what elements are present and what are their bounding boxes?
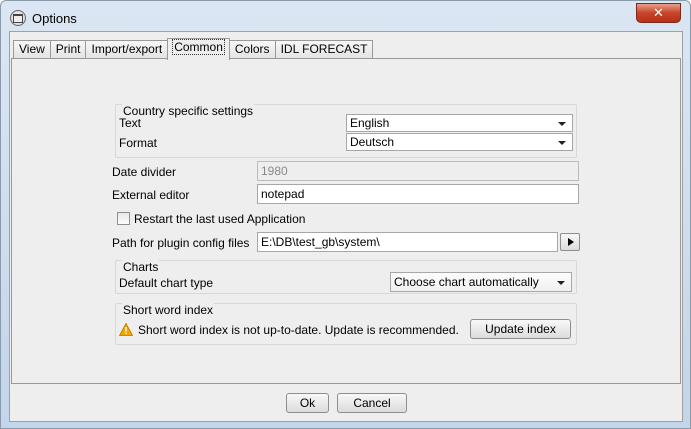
cancel-button[interactable]: Cancel — [337, 393, 407, 413]
short-word-index-message: Short word index is not up-to-date. Upda… — [138, 323, 459, 337]
tab-label: Import/export — [91, 42, 163, 56]
select-value: Deutsch — [350, 135, 395, 149]
text-language-select[interactable]: English — [346, 114, 573, 132]
format-select[interactable]: Deutsch — [346, 133, 573, 151]
group-title: Short word index — [122, 303, 215, 317]
ok-button[interactable]: Ok — [286, 393, 329, 413]
window-title: Options — [32, 11, 77, 26]
window-app-icon[interactable] — [10, 10, 26, 26]
close-icon: ✕ — [653, 5, 664, 21]
tab-import-export[interactable]: Import/export — [85, 40, 169, 59]
tab-colors[interactable]: Colors — [228, 40, 276, 59]
combo-arrow-icon — [557, 281, 565, 285]
default-chart-type-label: Default chart type — [119, 276, 214, 290]
external-editor-label: External editor — [112, 188, 190, 202]
default-chart-type-select[interactable]: Choose chart automatically — [390, 272, 572, 292]
common-panel: Country specific settings Text English F… — [11, 58, 681, 384]
tab-label: Print — [55, 42, 81, 56]
external-editor-field[interactable]: notepad — [257, 184, 579, 204]
title-bar[interactable]: Options ✕ — [1, 1, 690, 31]
restart-checkbox[interactable] — [117, 212, 130, 225]
tab-view[interactable]: View — [13, 40, 51, 59]
warning-icon — [119, 323, 133, 336]
select-value: English — [350, 116, 390, 130]
group-title: Country specific settings — [122, 104, 255, 118]
browse-path-button[interactable] — [560, 233, 580, 251]
tab-common[interactable]: Common — [167, 38, 230, 60]
tab-label: Common — [172, 39, 225, 55]
tab-strip: View Print Import/export Common Colors I… — [13, 38, 374, 60]
options-window: Options ✕ View Print Import/export Commo… — [0, 0, 691, 429]
group-title: Charts — [122, 260, 160, 274]
tab-label: Colors — [234, 42, 270, 56]
combo-arrow-icon — [558, 122, 566, 126]
format-label: Format — [119, 136, 158, 150]
text-label: Text — [119, 116, 142, 130]
select-value: Choose chart automatically — [394, 275, 539, 289]
tab-print[interactable]: Print — [49, 40, 87, 59]
combo-arrow-icon — [558, 141, 566, 145]
tab-label: View — [19, 42, 45, 56]
tab-idl-forecast[interactable]: IDL FORECAST — [274, 40, 374, 59]
plugin-path-field[interactable]: E:\DB\test_gb\system\ — [257, 232, 558, 252]
update-index-button[interactable]: Update index — [470, 319, 571, 339]
tab-label: IDL FORECAST — [280, 42, 368, 56]
plugin-path-label: Path for plugin config files — [112, 236, 250, 250]
close-button[interactable]: ✕ — [636, 3, 681, 23]
restart-label[interactable]: Restart the last used Application — [134, 212, 305, 226]
date-divider-label: Date divider — [112, 165, 177, 179]
dialog-client: View Print Import/export Common Colors I… — [9, 31, 683, 422]
date-divider-field: 1980 — [257, 161, 579, 181]
